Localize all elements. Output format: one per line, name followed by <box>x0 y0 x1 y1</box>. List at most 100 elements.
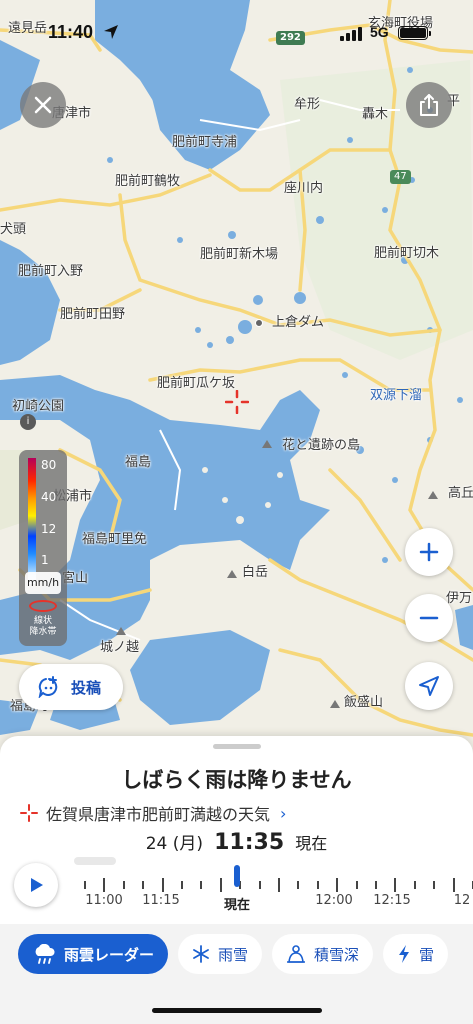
close-button[interactable] <box>20 82 66 128</box>
crosshair-icon <box>20 804 38 822</box>
place-label: 牟形 <box>294 97 321 112</box>
navigation-arrow-icon <box>419 676 439 696</box>
tab-rain-radar[interactable]: 雨雲レーダー <box>18 934 169 974</box>
share-button[interactable] <box>406 82 452 128</box>
play-button[interactable] <box>14 863 58 907</box>
place-label: 飯盛山 <box>344 695 384 710</box>
tab-label: 雨雲レーダー <box>64 945 155 964</box>
place-label: 福島町里免 <box>82 532 148 547</box>
place-label: 花と遺跡の島 <box>282 438 361 453</box>
time-tick <box>394 878 397 892</box>
place-label: 伊万 <box>446 591 473 606</box>
time-tick <box>297 881 300 889</box>
legend-color-scale <box>28 458 36 584</box>
time-tick <box>122 881 125 889</box>
close-icon <box>34 96 52 114</box>
mountain-icon <box>330 700 340 708</box>
time-tick <box>258 881 261 889</box>
place-label: 福島 <box>125 455 152 470</box>
precipitation-legend[interactable]: 80 40 12 1 mm/h 線状 降水帯 <box>19 450 67 646</box>
time-slider-handle[interactable] <box>234 865 240 887</box>
time-tick <box>84 881 86 889</box>
info-poi-icon: i <box>20 414 36 430</box>
time-tick <box>200 881 203 889</box>
app-root: 遠見岳 玄海町役場 唐津市 肥前町寺浦 牟形 轟木 平 肥前町鶴牧 座川内 犬頭… <box>0 0 473 1024</box>
time-tick <box>219 878 222 892</box>
snow-depth-icon <box>286 944 306 964</box>
legend-band-label-line: 降水帯 <box>29 627 57 637</box>
linear-rainband-icon <box>29 600 57 612</box>
time-tick-label: 12 <box>453 893 471 908</box>
share-icon <box>420 94 438 116</box>
time-tick <box>452 878 455 892</box>
play-icon <box>31 878 43 892</box>
place-label: 城ノ越 <box>100 640 140 655</box>
rain-radar-map[interactable]: 遠見岳 玄海町役場 唐津市 肥前町寺浦 牟形 轟木 平 肥前町鶴牧 座川内 犬頭… <box>0 0 473 760</box>
time-tick <box>413 881 416 889</box>
place-label: 上倉ダム <box>272 315 325 330</box>
time-tick-label: 11:00 <box>85 893 123 908</box>
place-label: 肥前町寺浦 <box>172 135 238 150</box>
legend-band-label: 線状 降水帯 <box>23 616 63 638</box>
place-label: 肥前町鶴牧 <box>115 174 181 189</box>
tab-label: 雷 <box>419 945 435 964</box>
place-label: 轟木 <box>362 107 389 122</box>
tab-label: 雨雪 <box>218 945 249 964</box>
location-arrow-icon <box>104 25 118 39</box>
network-type: 5G <box>370 24 389 40</box>
time-tick <box>355 881 358 889</box>
time-tick <box>433 881 436 889</box>
past-indicator <box>74 857 116 865</box>
signal-bars-icon <box>340 27 362 41</box>
home-indicator[interactable] <box>152 1008 322 1013</box>
legend-level: 1 <box>41 553 49 567</box>
lightning-icon <box>397 944 411 964</box>
mountain-icon <box>262 440 272 448</box>
mountain-icon <box>116 627 126 635</box>
time-ticks <box>70 876 473 894</box>
route-shield: 47 <box>390 170 411 184</box>
datetime-row: 24 (月) 11:35 現在 <box>0 829 473 855</box>
crosshair-icon <box>225 390 249 414</box>
dam-marker <box>255 319 263 327</box>
zoom-in-button[interactable] <box>405 528 453 576</box>
chevron-right-icon: › <box>280 803 287 823</box>
time-tick-label: 11:15 <box>142 893 180 908</box>
current-location-button[interactable] <box>405 662 453 710</box>
tab-snow-depth[interactable]: 積雪深 <box>272 934 374 974</box>
time-tick <box>336 878 339 892</box>
place-label: 肥前町入野 <box>18 264 84 279</box>
time-label: 11:35 <box>214 830 285 855</box>
time-tick <box>161 878 164 892</box>
post-label: 投稿 <box>71 678 102 697</box>
legend-unit: mm/h <box>25 572 61 594</box>
layer-tab-bar: 雨雲レーダー 雨雪 積雪深 雷 <box>0 924 473 984</box>
status-time: 11:40 <box>48 22 94 42</box>
zoom-out-button[interactable] <box>405 594 453 642</box>
mountain-icon <box>227 570 237 578</box>
post-button[interactable]: 投稿 <box>19 664 123 710</box>
minus-icon <box>419 616 439 620</box>
place-label: 高丘 <box>448 486 473 501</box>
place-label: 犬頭 <box>0 222 27 237</box>
tab-label: 積雪深 <box>314 945 360 964</box>
location-text: 佐賀県唐津市肥前町満越の天気 <box>46 805 271 824</box>
legend-level: 80 <box>41 458 57 472</box>
snowflake-icon <box>192 945 210 963</box>
location-link[interactable]: 佐賀県唐津市肥前町満越の天気 › <box>20 801 286 825</box>
place-label: 初崎公園 <box>12 399 65 414</box>
place-label: 肥前町切木 <box>374 246 440 261</box>
plus-icon <box>419 542 439 562</box>
legend-band-label-line: 線状 <box>33 616 52 626</box>
time-tick <box>375 881 377 889</box>
sheet-drag-handle[interactable] <box>213 744 261 749</box>
home-indicator-area <box>0 984 473 1024</box>
now-label: 現在 <box>295 834 328 853</box>
legend-level: 12 <box>41 522 57 536</box>
post-bubble-icon <box>38 676 58 698</box>
time-tick-label-current: 現在 <box>223 898 251 913</box>
place-label: 白岳 <box>242 565 269 580</box>
tab-rain-snow[interactable]: 雨雪 <box>178 934 263 974</box>
place-label: 座川内 <box>284 181 324 196</box>
tab-lightning[interactable]: 雷 <box>383 934 449 974</box>
